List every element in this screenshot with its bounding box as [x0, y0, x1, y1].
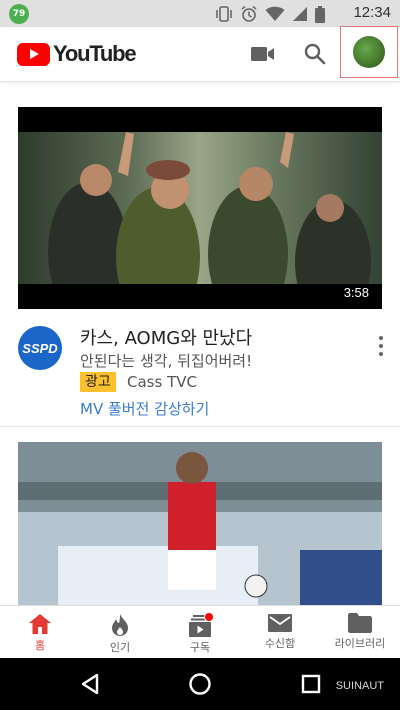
video-thumbnail[interactable]: 3:58: [18, 107, 382, 309]
bottom-tab-bar: 홈 인기 구독 수신함 라이브러리: [0, 605, 400, 658]
inbox-icon: [268, 614, 292, 632]
ad-badge: 광고: [80, 372, 116, 392]
library-icon: [348, 613, 372, 633]
tab-trending[interactable]: 인기: [80, 606, 160, 658]
tab-home[interactable]: 홈: [0, 606, 80, 658]
thumbnail-image: [18, 132, 382, 309]
back-icon: [81, 673, 99, 695]
thumbnail-figures: [48, 132, 371, 309]
tab-inbox[interactable]: 수신함: [240, 606, 320, 658]
notification-dot: [204, 612, 214, 622]
video-camera-icon: [251, 47, 274, 61]
alarm-icon: [241, 5, 257, 22]
ad-cta-link[interactable]: MV 풀버전 감상하기: [80, 398, 209, 419]
tab-label-library: 라이브러리: [334, 637, 386, 650]
youtube-play-icon: [17, 42, 50, 66]
vibrate-icon: [216, 6, 232, 22]
status-icons: [215, 4, 325, 24]
tab-label-trending: 인기: [109, 641, 131, 654]
signal-icon: [293, 7, 307, 21]
youtube-logo[interactable]: YouTube: [17, 41, 137, 67]
upload-button[interactable]: [248, 39, 278, 69]
video-duration: 3:58: [338, 284, 374, 301]
recents-button[interactable]: [298, 671, 324, 697]
tab-subscriptions[interactable]: 구독: [160, 606, 240, 658]
tab-library[interactable]: 라이브러리: [320, 606, 400, 658]
notification-badge-icon: 79: [9, 4, 29, 24]
battery-icon: [315, 5, 325, 23]
account-button[interactable]: [340, 26, 398, 78]
back-button[interactable]: [77, 671, 103, 697]
video-title[interactable]: 카스, AOMG와 만났다: [80, 324, 252, 350]
advertiser-name: Cass TVC: [127, 373, 197, 391]
square-recents-icon: [301, 674, 321, 694]
circle-home-icon: [189, 673, 211, 695]
tab-label-home: 홈: [34, 639, 46, 652]
tab-label-subscriptions: 구독: [189, 641, 211, 654]
video-thumbnail-2[interactable]: [18, 442, 382, 606]
search-icon: [304, 43, 326, 65]
home-icon: [29, 614, 51, 634]
more-options-icon[interactable]: [376, 336, 386, 356]
ad-description: 안된다는 생각, 뒤집어버려!: [80, 352, 253, 370]
tab-label-inbox: 수신함: [264, 637, 296, 650]
watermark: SUINAUT: [335, 680, 384, 692]
logo-text: YouTube: [53, 41, 137, 66]
divider: [0, 426, 400, 427]
wifi-icon: [265, 6, 285, 21]
status-bar: 79 12:34: [0, 0, 400, 27]
system-nav-bar: SUINAUT: [0, 658, 400, 710]
ad-card[interactable]: SSPD 카스, AOMG와 만났다 안된다는 생각, 뒤집어버려! 광고 Ca…: [0, 320, 400, 420]
thumbnail-image-2: [18, 442, 382, 606]
channel-avatar[interactable]: SSPD: [18, 326, 62, 370]
home-nav-button[interactable]: [187, 671, 213, 697]
avatar: [353, 36, 385, 68]
search-button[interactable]: [300, 39, 330, 69]
clock: 12:34: [353, 4, 391, 21]
trending-icon: [112, 614, 128, 636]
